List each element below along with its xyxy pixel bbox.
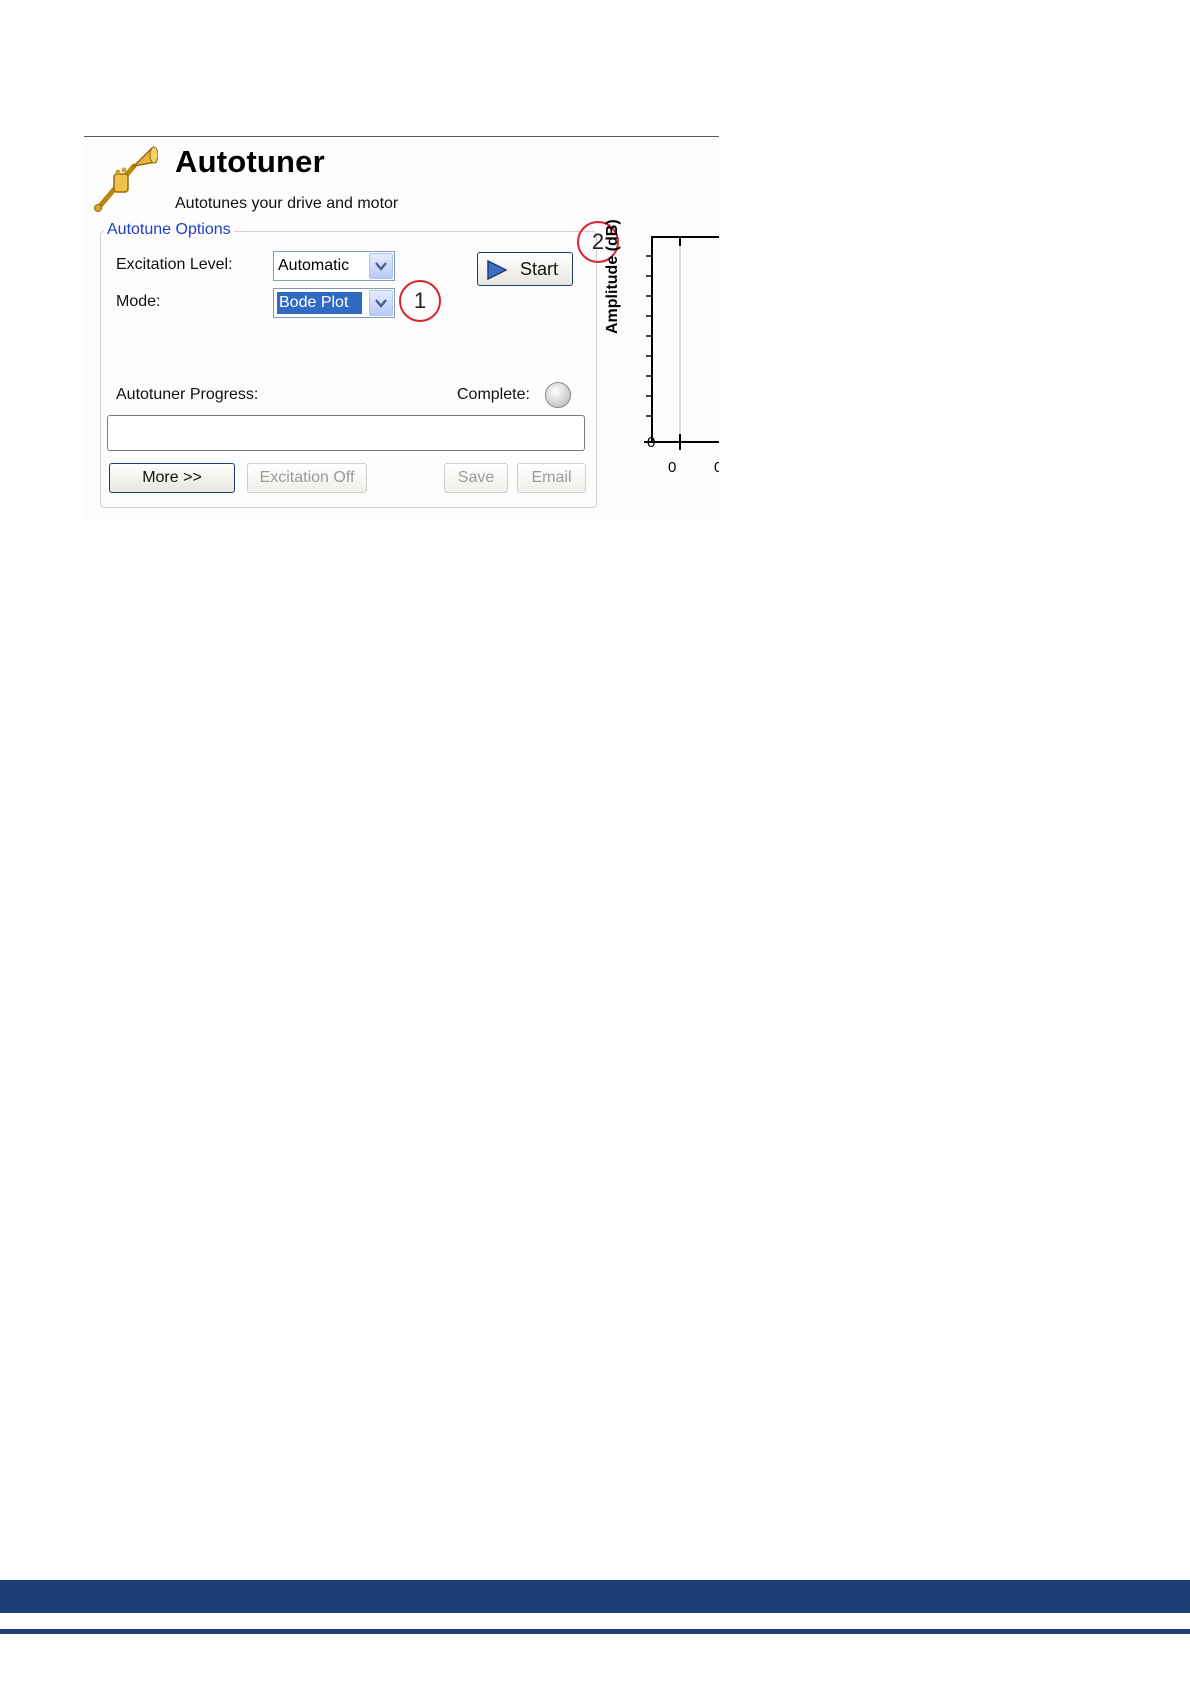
autotuner-screenshot: Autotuner Autotunes your drive and motor… <box>84 136 719 523</box>
email-button[interactable]: Email <box>517 463 586 493</box>
footer-band <box>0 1580 1190 1613</box>
page-subtitle: Autotunes your drive and motor <box>175 195 399 212</box>
page-title: Autotuner <box>175 144 325 179</box>
mode-value: Bode Plot <box>277 292 362 314</box>
start-label: Start <box>520 259 559 279</box>
excitation-level-value: Automatic <box>278 257 350 274</box>
chevron-down-icon[interactable] <box>369 253 393 279</box>
bode-plot-axes <box>644 236 719 450</box>
group-label: Autotune Options <box>104 221 234 239</box>
autotuner-progress-bar <box>107 415 585 451</box>
x-tick-zero: 0 <box>668 459 677 476</box>
more-button[interactable]: More >> <box>109 463 235 493</box>
autotuner-progress-label: Autotuner Progress: <box>116 386 259 403</box>
footer-rule <box>0 1629 1190 1634</box>
excitation-level-select[interactable]: Automatic <box>273 251 395 281</box>
mode-label: Mode: <box>116 293 161 310</box>
complete-indicator <box>545 382 571 408</box>
x-tick-second: 0 <box>714 459 719 476</box>
top-divider <box>84 136 719 137</box>
mode-select[interactable]: Bode Plot <box>273 288 395 318</box>
save-button[interactable]: Save <box>444 463 508 493</box>
excitation-level-label: Excitation Level: <box>116 256 233 273</box>
trumpet-icon <box>94 146 158 212</box>
chevron-down-icon[interactable] <box>369 290 393 316</box>
y-tick-zero: 0 <box>647 434 656 451</box>
play-icon <box>487 260 508 280</box>
excitation-off-button[interactable]: Excitation Off <box>247 463 367 493</box>
callout-1: 1 <box>399 280 441 322</box>
start-button[interactable]: Start <box>477 252 573 286</box>
complete-label: Complete: <box>457 386 530 403</box>
